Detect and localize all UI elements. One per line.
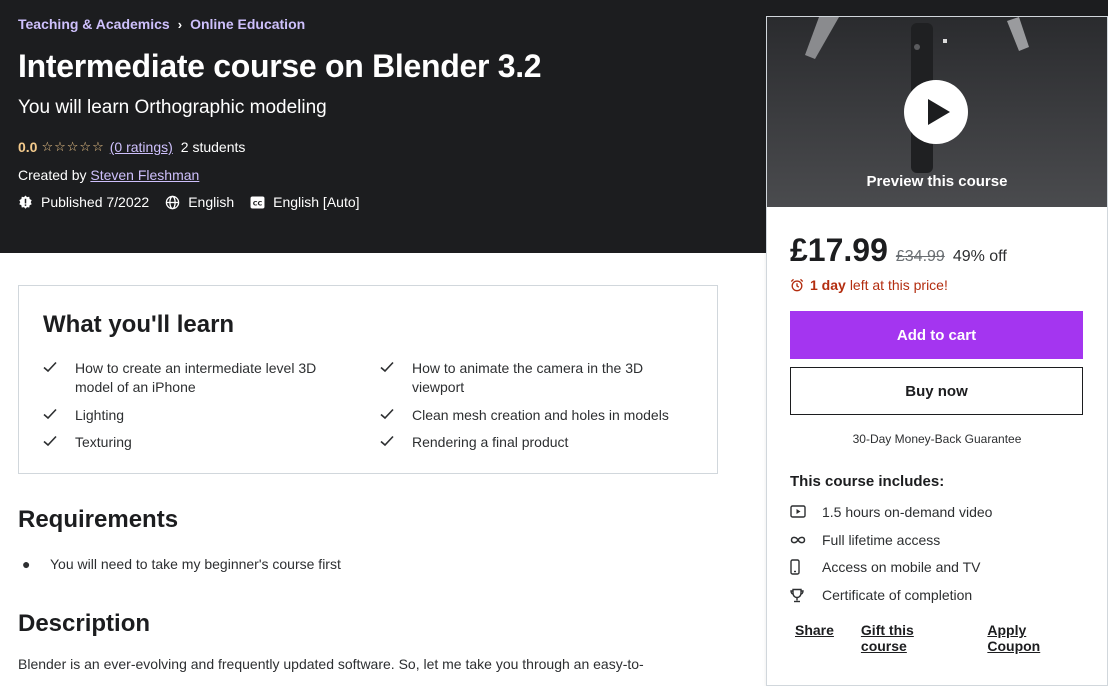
requirement-text: You will need to take my beginner's cour… xyxy=(50,556,341,572)
learn-item-text: Rendering a final product xyxy=(412,434,569,450)
add-to-cart-button[interactable]: Add to cart xyxy=(790,311,1083,359)
timer-text: left at this price! xyxy=(849,277,948,293)
learn-item: Clean mesh creation and holes in models xyxy=(380,406,700,425)
learn-item-text: Lighting xyxy=(75,407,125,423)
created-by: Created by Steven Fleshman xyxy=(18,167,199,183)
ratings-link[interactable]: (0 ratings) xyxy=(110,139,173,155)
what-you-will-learn: What you'll learn How to create an inter… xyxy=(18,285,718,474)
play-icon xyxy=(928,99,950,125)
created-by-label: Created by xyxy=(18,167,87,183)
includes-title: This course includes: xyxy=(790,473,945,490)
captions-text: English [Auto] xyxy=(273,194,360,210)
learn-item: Texturing xyxy=(43,433,343,452)
description-text: Blender is an ever-evolving and frequent… xyxy=(18,656,644,672)
share-button[interactable]: Share xyxy=(795,622,834,654)
learn-item: Lighting xyxy=(43,406,343,425)
chevron-right-icon: › xyxy=(177,16,183,32)
course-preview[interactable]: Preview this course xyxy=(767,17,1107,207)
learn-title: What you'll learn xyxy=(43,311,235,338)
instructor-link[interactable]: Steven Fleshman xyxy=(90,167,199,183)
bullet-icon: ● xyxy=(22,556,31,572)
check-icon xyxy=(380,433,412,452)
apply-coupon-button[interactable]: Apply Coupon xyxy=(987,622,1080,654)
alarm-clock-icon xyxy=(790,278,804,292)
learn-item-text: How to create an intermediate level 3D m… xyxy=(75,360,317,395)
original-price: £34.99 xyxy=(895,248,945,265)
closed-captions-icon: CC xyxy=(250,195,265,209)
preview-label: Preview this course xyxy=(866,173,1008,190)
check-icon xyxy=(43,433,75,452)
learn-item: Rendering a final product xyxy=(380,433,680,452)
rating-row: 0.0 ☆☆☆☆☆ (0 ratings) 2 students xyxy=(18,139,245,155)
price-timer: 1 day left at this price! xyxy=(790,277,948,293)
published-text: Published 7/2022 xyxy=(41,194,150,210)
include-item: Full lifetime access xyxy=(790,532,940,548)
infinity-icon xyxy=(790,535,822,545)
course-language: English xyxy=(165,194,234,210)
course-subtitle: You will learn Orthographic modeling xyxy=(18,97,327,118)
check-icon xyxy=(380,359,412,397)
include-text: Full lifetime access xyxy=(822,532,941,548)
learn-item-text: How to animate the camera in the 3D view… xyxy=(412,360,644,395)
description-title: Description xyxy=(18,610,151,637)
video-icon xyxy=(790,505,822,519)
breadcrumb-subcategory[interactable]: Online Education xyxy=(190,16,305,32)
star-rating-icon: ☆☆☆☆☆ xyxy=(41,139,105,154)
include-text: 1.5 hours on-demand video xyxy=(822,504,993,520)
current-price: £17.99 xyxy=(790,232,888,268)
include-item: 1.5 hours on-demand video xyxy=(790,504,992,520)
course-meta: Published 7/2022 English CC English [Aut… xyxy=(18,194,376,210)
include-item: Access on mobile and TV xyxy=(790,559,981,575)
price-row: £17.99 £34.99 49% off xyxy=(790,232,1007,269)
requirement-item: ● You will need to take my beginner's co… xyxy=(22,556,341,572)
requirements-title: Requirements xyxy=(18,506,179,533)
learn-item: How to create an intermediate level 3D m… xyxy=(43,359,343,397)
buy-now-button[interactable]: Buy now xyxy=(790,367,1083,415)
include-text: Access on mobile and TV xyxy=(822,559,981,575)
course-captions: CC English [Auto] xyxy=(250,194,360,210)
learn-item-text: Clean mesh creation and holes in models xyxy=(412,407,669,423)
svg-text:CC: CC xyxy=(253,199,263,207)
published-date: Published 7/2022 xyxy=(18,194,149,210)
course-title: Intermediate course on Blender 3.2 xyxy=(18,48,542,84)
globe-icon xyxy=(165,195,180,209)
discount-percent: 49% off xyxy=(952,248,1007,265)
money-back-guarantee: 30-Day Money-Back Guarantee xyxy=(852,432,1022,446)
timer-bold: 1 day xyxy=(810,277,846,293)
breadcrumb-category[interactable]: Teaching & Academics xyxy=(18,16,170,32)
trophy-icon xyxy=(790,588,822,603)
new-badge-icon xyxy=(19,194,32,209)
include-text: Certificate of completion xyxy=(822,587,973,603)
rating-value: 0.0 xyxy=(18,139,38,155)
purchase-sidebar: Preview this course £17.99 £34.99 49% of… xyxy=(766,16,1108,686)
learn-item: How to animate the camera in the 3D view… xyxy=(380,359,680,397)
check-icon xyxy=(43,406,75,425)
learn-item-text: Texturing xyxy=(75,434,132,450)
play-button[interactable] xyxy=(904,80,968,144)
include-item: Certificate of completion xyxy=(790,587,972,603)
check-icon xyxy=(380,406,412,425)
check-icon xyxy=(43,359,75,397)
breadcrumb: Teaching & Academics › Online Education xyxy=(18,16,305,32)
gift-course-button[interactable]: Gift this course xyxy=(861,622,960,654)
sidebar-actions: Share Gift this course Apply Coupon xyxy=(795,622,1107,654)
language-text: English xyxy=(188,194,235,210)
student-count: 2 students xyxy=(180,139,246,155)
mobile-icon xyxy=(790,559,822,575)
